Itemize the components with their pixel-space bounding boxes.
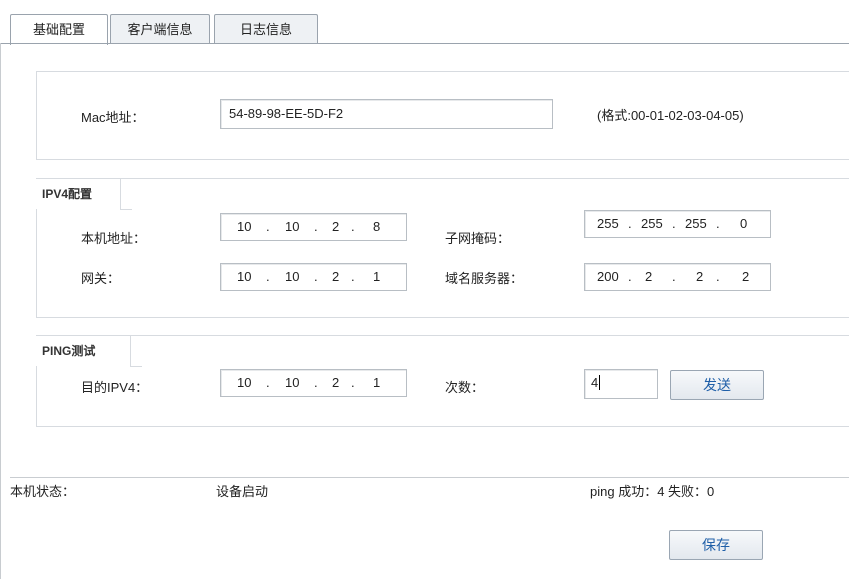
mac-label: Mac地址： (81, 110, 145, 125)
dns-input[interactable]: 200 . 2 . 2 . 2 (584, 263, 771, 291)
dns-octet-3: 2 (696, 269, 704, 284)
ping-legend: PING测试 (36, 335, 142, 367)
local-address-label: 本机地址： (81, 231, 147, 246)
ping-target-label: 目的IPV4： (81, 380, 149, 395)
subnet-mask-label: 子网掩码： (445, 231, 511, 246)
mac-address-value: 54-89-98-EE-5D-F2 (229, 106, 344, 121)
ipv4-legend: IPV4配置 (36, 178, 132, 210)
gateway-input[interactable]: 10 . 10 . 2 . 1 (220, 263, 407, 291)
ping-target-octet-1: 10 (237, 375, 252, 390)
ping-target-input[interactable]: 10 . 10 . 2 . 1 (220, 369, 407, 397)
device-status-value: 设备启动 (216, 484, 269, 499)
tab-basic-config[interactable]: 基础配置 (10, 14, 108, 45)
gateway-octet-4: 1 (373, 269, 381, 284)
mac-address-input[interactable]: 54-89-98-EE-5D-F2 (220, 99, 553, 129)
gateway-octet-1: 10 (237, 269, 252, 284)
ping-count-label: 次数： (445, 380, 485, 395)
ping-panel: PING测试 目的IPV4： 10 . 10 . 2 . 1 次数： 4 发送 (36, 335, 849, 427)
mac-panel: Mac地址： 54-89-98-EE-5D-F2 (格式:00-01-02-03… (36, 71, 849, 160)
gateway-octet-3: 2 (332, 269, 340, 284)
tab-client-info[interactable]: 客户端信息 (110, 14, 210, 44)
gateway-label: 网关： (81, 271, 121, 286)
ping-target-octet-4: 1 (373, 375, 381, 390)
ping-count-input[interactable]: 4 (584, 369, 658, 399)
ping-count-value: 4 (591, 375, 599, 390)
local-ip-octet-2: 10 (285, 219, 300, 234)
ping-result-text: ping 成功：4 失败：0 (590, 484, 715, 499)
save-button[interactable]: 保存 (669, 530, 763, 560)
gateway-octet-2: 10 (285, 269, 300, 284)
content-border (0, 43, 1, 579)
dns-octet-2: 2 (645, 269, 653, 284)
tab-bar: 基础配置 客户端信息 日志信息 (0, 14, 849, 45)
mask-octet-4: 0 (740, 216, 748, 231)
tab-divider (0, 43, 849, 44)
mask-octet-3: 255 (685, 216, 707, 231)
ipv4-panel: IPV4配置 本机地址： 10 . 10 . 2 . 8 子网掩码： 255 .… (36, 178, 849, 318)
subnet-mask-input[interactable]: 255 . 255 . 255 . 0 (584, 210, 771, 238)
status-divider (10, 477, 849, 478)
local-address-input[interactable]: 10 . 10 . 2 . 8 (220, 213, 407, 241)
send-button[interactable]: 发送 (670, 370, 764, 400)
local-ip-octet-3: 2 (332, 219, 340, 234)
mask-octet-1: 255 (597, 216, 619, 231)
mac-format-hint: (格式:00-01-02-03-04-05) (597, 108, 744, 123)
tab-log-info[interactable]: 日志信息 (214, 14, 318, 44)
dns-octet-4: 2 (742, 269, 750, 284)
device-status-label: 本机状态： (10, 484, 76, 499)
dns-octet-1: 200 (597, 269, 619, 284)
ping-target-octet-3: 2 (332, 375, 340, 390)
local-ip-octet-4: 8 (373, 219, 381, 234)
dns-label: 域名服务器： (445, 271, 524, 286)
local-ip-octet-1: 10 (237, 219, 252, 234)
ping-target-octet-2: 10 (285, 375, 300, 390)
mask-octet-2: 255 (641, 216, 663, 231)
